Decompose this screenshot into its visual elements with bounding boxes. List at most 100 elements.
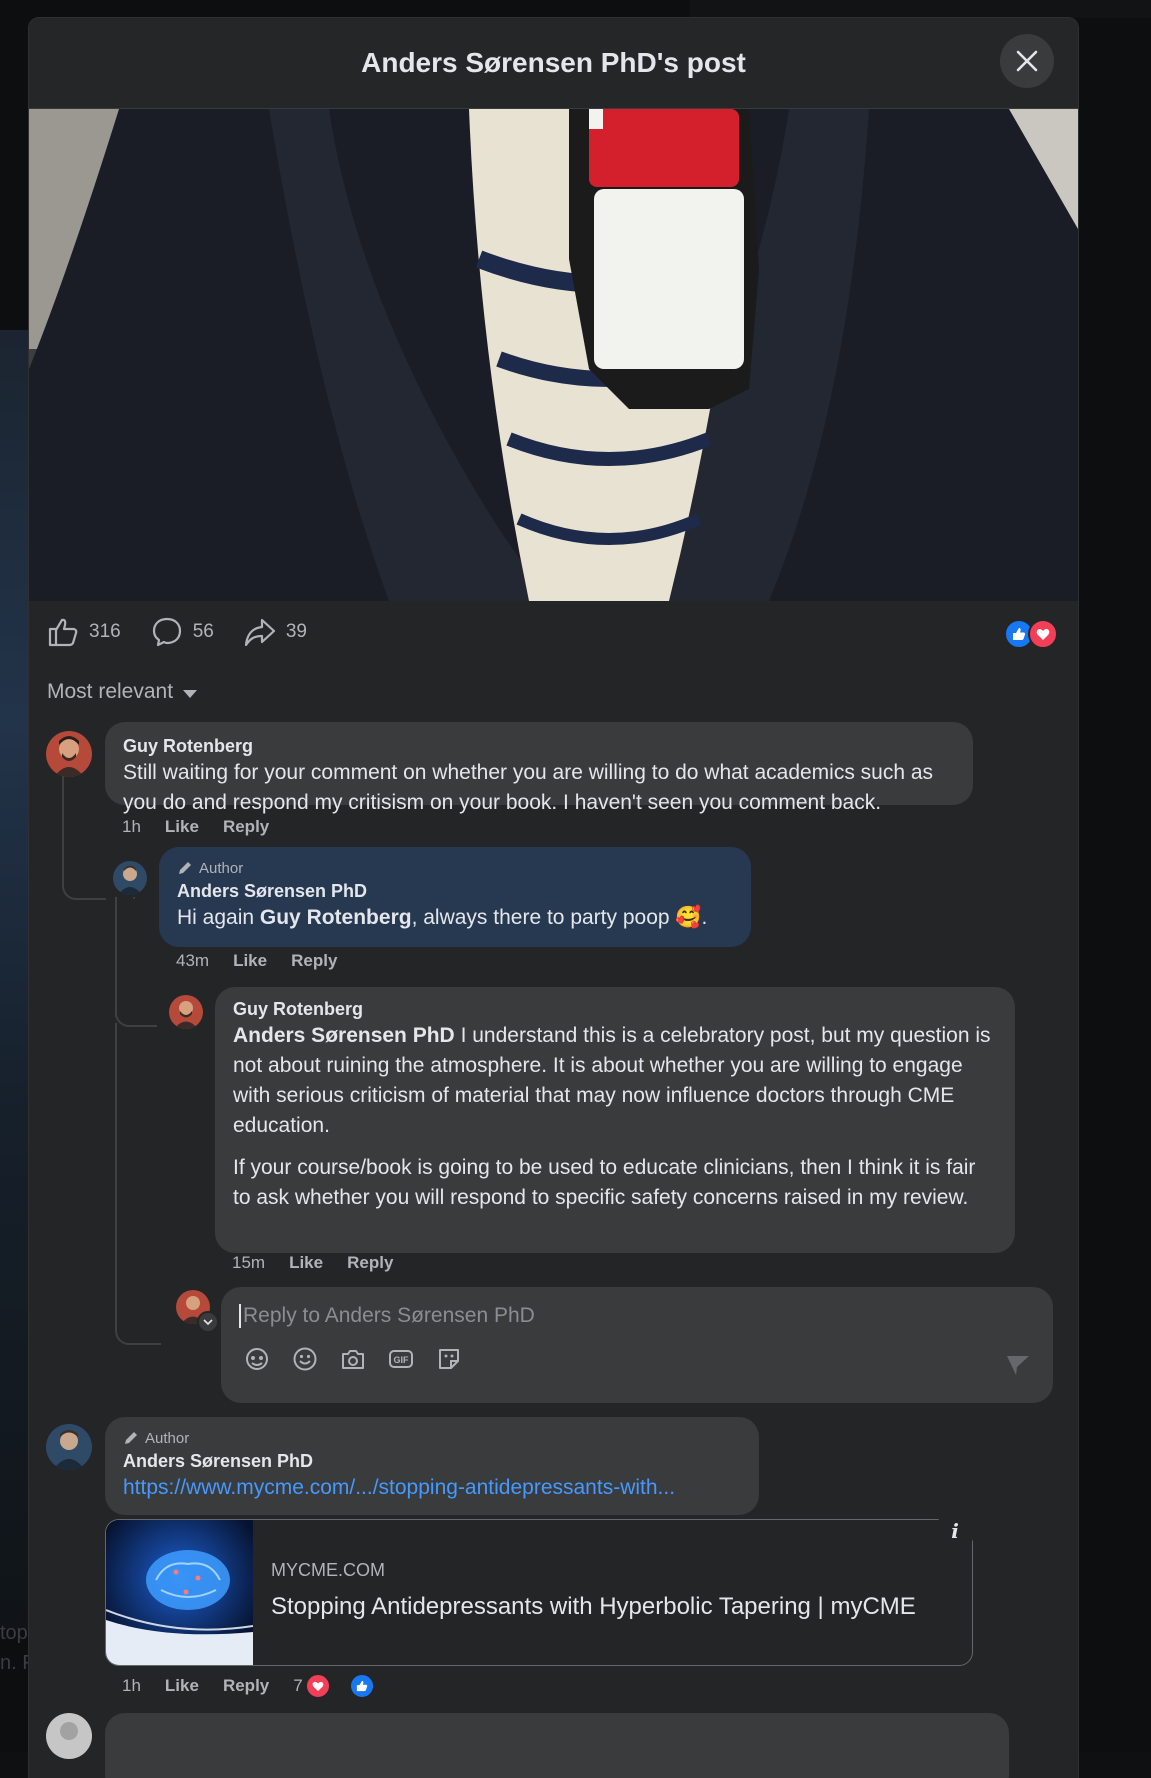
composer-toolbar: GIF [221,1331,1053,1373]
like-stat[interactable]: 316 [47,617,121,647]
gif-icon: GIF [389,1350,413,1368]
avatar[interactable] [113,861,147,895]
backdrop-top-strip [690,0,1151,18]
post-photo[interactable] [29,109,1078,601]
author-badge-label: Author [199,859,244,877]
thread-connector [115,1023,161,1345]
profile-switcher-button[interactable] [197,1311,219,1333]
comment-actions: 43m Like Reply [176,951,361,971]
thread-connector [115,897,117,1017]
sticker-button[interactable] [435,1345,463,1373]
link-preview-image [106,1520,253,1665]
like-button[interactable]: Like [165,1676,199,1696]
thread-connector [62,763,106,900]
like-button[interactable]: Like [233,951,267,971]
comment-actions: 1h Like Reply 7 [122,1673,423,1699]
svg-text:GIF: GIF [394,1355,410,1365]
comment-time[interactable]: 15m [232,1253,265,1273]
close-icon [1016,50,1038,72]
sort-label: Most relevant [47,680,174,703]
share-count: 39 [285,621,307,642]
comment-author-name[interactable]: Guy Rotenberg [123,734,955,758]
comment-actions: 15m Like Reply [232,1253,417,1273]
avatar[interactable] [169,995,203,1029]
author-comment-bubble: Author Anders Sørensen PhD https://www.m… [105,1417,759,1515]
reply-composer: Reply to Anders Sørensen PhD GIF [221,1287,1053,1403]
reply-button[interactable]: Reply [223,817,269,837]
author-badge: Author [123,1427,741,1449]
comment-time[interactable]: 1h [122,817,141,837]
info-icon[interactable]: i [935,1511,975,1551]
send-icon [1007,1356,1029,1375]
comment-stat[interactable]: 56 [151,617,214,647]
comment-actions: 1h Like Reply [122,817,293,837]
share-stat[interactable]: 39 [244,617,307,647]
comment-time[interactable]: 43m [176,951,209,971]
thread-connector [133,897,135,899]
link-preview-body: MYCME.COM Stopping Antidepressants with … [253,1520,934,1665]
mention-link[interactable]: Guy Rotenberg [260,906,412,929]
reply-input[interactable]: Reply to Anders Sørensen PhD [221,1287,1053,1331]
text-cursor [239,1304,241,1328]
pencil-icon [125,1432,137,1444]
comment-bubble: Guy Rotenberg Anders Sørensen PhD I unde… [215,987,1015,1253]
author-badge-label: Author [145,1429,190,1447]
dialog-header: Anders Sørensen PhD's post [29,18,1078,109]
comment-icon [152,617,181,647]
dialog-title: Anders Sørensen PhD's post [361,47,746,78]
comment-author-name[interactable]: Anders Sørensen PhD [123,1449,741,1473]
reply-placeholder: Reply to Anders Sørensen PhD [243,1304,535,1327]
like-button[interactable]: Like [289,1253,323,1273]
backdrop-left-panel [0,330,30,1630]
like-button[interactable]: Like [165,817,199,837]
comment-sort-dropdown[interactable]: Most relevant [29,663,1078,713]
comment-author-name[interactable]: Guy Rotenberg [233,997,997,1021]
link-preview-domain: MYCME.COM [271,1560,385,1580]
share-icon [244,618,275,647]
comment-link[interactable]: https://www.mycme.com/.../stopping-antid… [123,1473,741,1503]
mention-link[interactable]: Anders Sørensen PhD [233,1024,455,1047]
link-preview-card[interactable]: MYCME.COM Stopping Antidepressants with … [105,1519,973,1666]
close-button[interactable] [1000,34,1054,88]
avatar-sticker-icon [246,1348,268,1370]
avatar[interactable] [46,1424,92,1470]
reaction-summary[interactable] [1004,619,1058,649]
chevron-down-icon [203,1318,213,1325]
comment-time[interactable]: 1h [122,1676,141,1696]
emoji-button[interactable] [291,1345,319,1373]
send-button[interactable] [1005,1353,1031,1382]
like-reaction-icon [348,1673,375,1699]
avatar[interactable] [46,731,92,777]
thumbs-up-icon [48,618,78,647]
comment-text: Anders Sørensen PhD I understand this is… [233,1024,991,1137]
comment-reaction-count[interactable]: 7 [293,1673,398,1699]
comment-bubble [105,1713,1009,1778]
photo-button[interactable] [339,1345,367,1373]
comment-text: Still waiting for your comment on whethe… [123,761,934,814]
comments-section: Guy Rotenberg Still waiting for your com… [29,713,1078,1778]
love-reaction-icon [1028,619,1058,649]
love-reaction-icon [304,1673,331,1699]
sticker-icon [439,1349,459,1369]
reply-button[interactable]: Reply [223,1676,269,1696]
comment-bubble: Guy Rotenberg Still waiting for your com… [105,722,973,814]
avatar-sticker-button[interactable] [243,1345,271,1373]
emoji-icon [293,1347,317,1371]
author-badge: Author [177,857,733,879]
avatar[interactable] [46,1713,92,1759]
reply-button[interactable]: Reply [347,1253,393,1273]
caret-down-icon [183,690,198,698]
author-comment-bubble: Author Anders Sørensen PhD Hi again Guy … [159,847,751,947]
reply-button[interactable]: Reply [291,951,337,971]
like-count: 316 [89,621,121,642]
gif-button[interactable]: GIF [387,1345,415,1373]
comment-count: 56 [192,621,214,642]
link-preview-title: Stopping Antidepressants with Hyperbolic… [271,1593,916,1620]
comment-text: If your course/book is going to be used … [233,1156,976,1209]
post-stats-bar: 316 56 39 [29,601,1078,663]
backdrop-text: top [0,1622,28,1644]
post-dialog: Anders Sørensen PhD's post 316 56 39 Mos… [29,18,1078,1778]
camera-icon [342,1350,364,1369]
pencil-icon [179,862,191,874]
comment-author-name[interactable]: Anders Sørensen PhD [177,879,733,903]
